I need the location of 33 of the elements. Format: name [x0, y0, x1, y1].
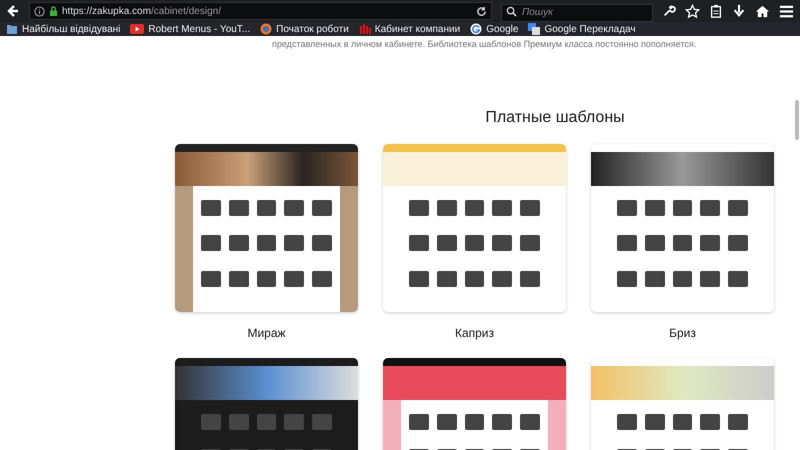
download-icon[interactable]: [732, 4, 746, 18]
play-icon: [130, 24, 144, 34]
template-preview-drawing[interactable]: [383, 144, 566, 312]
globe-icon: [260, 23, 272, 35]
template-name: Мираж: [247, 326, 286, 340]
template-preview-drawing[interactable]: [591, 144, 774, 312]
template-name: Каприз: [454, 326, 494, 340]
bookmark-item[interactable]: Google: [470, 23, 518, 35]
template-preview-drawing[interactable]: [175, 144, 358, 312]
template-name: Бриз: [669, 326, 696, 340]
bookmark-item[interactable]: Кабинет компании: [358, 23, 460, 35]
translate-icon: [528, 23, 540, 35]
bookmark-item[interactable]: Google Перекладач: [528, 23, 636, 35]
info-icon[interactable]: [34, 6, 45, 16]
scrollbar[interactable]: [795, 100, 799, 140]
section-heading: Платные шаблоны: [484, 109, 626, 127]
home-icon[interactable]: [755, 4, 770, 18]
search-icon: [506, 6, 517, 17]
bookmark-item[interactable]: Robert Menus - YouT...: [130, 24, 250, 34]
google-icon: [470, 23, 482, 35]
bookmark-star-icon[interactable]: [685, 4, 700, 18]
reload-icon[interactable]: [476, 6, 487, 16]
bookmark-item[interactable]: Початок роботи: [260, 23, 349, 35]
lock-icon: [49, 6, 58, 16]
bars-icon: [358, 23, 371, 35]
address-field[interactable]: https://zakupka.com/cabinet/design/: [29, 2, 492, 20]
clipboard-icon[interactable]: [709, 4, 723, 18]
search-field[interactable]: Пошук: [501, 4, 653, 22]
folder-icon: [6, 23, 18, 35]
bookmark-item[interactable]: Найбільш відвідувані: [6, 23, 120, 35]
menu-icon[interactable]: [779, 4, 794, 18]
intro-text: представленных в личном кабинете. Библиотека шаблонов Премиум класса постоянно пополняется.: [271, 38, 698, 49]
wrench-icon[interactable]: [662, 4, 676, 18]
